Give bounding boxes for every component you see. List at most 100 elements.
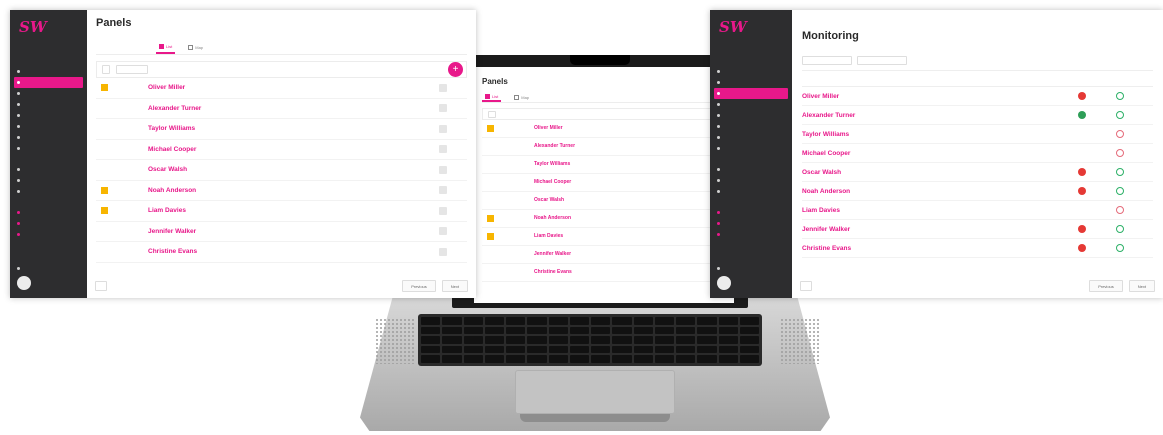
table-row[interactable]: Christine Evans	[802, 239, 1153, 258]
panel-name[interactable]: Oliver Miller	[534, 125, 726, 132]
row-action-button[interactable]	[439, 124, 447, 133]
sidebar-item[interactable]	[714, 164, 788, 175]
row-action-button[interactable]	[439, 186, 447, 195]
sidebar-item[interactable]	[714, 77, 788, 88]
sidebar-item[interactable]	[14, 164, 83, 175]
table-row[interactable]: Noah Anderson	[802, 182, 1153, 201]
sidebar-item[interactable]	[14, 207, 83, 218]
sidebar-item[interactable]	[14, 175, 83, 186]
sidebar-item[interactable]	[714, 186, 788, 197]
sidebar-item[interactable]	[14, 99, 83, 110]
panel-name[interactable]: Alexander Turner	[802, 112, 993, 119]
panel-name[interactable]: Michael Cooper	[534, 179, 726, 186]
table-row[interactable]: Michael Cooper	[96, 140, 467, 160]
row-action-button[interactable]	[439, 83, 447, 92]
table-row[interactable]: Jennifer Walker	[482, 246, 726, 264]
row-action-button[interactable]	[439, 206, 447, 215]
laptop-search-input[interactable]	[502, 110, 720, 119]
table-row[interactable]: Michael Cooper	[802, 144, 1153, 163]
sidebar-item[interactable]	[714, 229, 788, 240]
page-size-select[interactable]	[800, 281, 812, 291]
table-row[interactable]: Christine Evans	[96, 242, 467, 263]
sidebar-item[interactable]	[14, 263, 83, 274]
table-row[interactable]: Alexander Turner	[802, 106, 1153, 125]
laptop-tab-list[interactable]: List	[482, 92, 502, 102]
sidebar-item[interactable]	[14, 143, 83, 154]
search-input[interactable]	[912, 56, 1153, 65]
row-action-button[interactable]	[439, 227, 447, 236]
page-size-select[interactable]	[95, 281, 107, 291]
sidebar-item[interactable]	[714, 132, 788, 143]
sidebar-item[interactable]	[714, 110, 788, 121]
panel-name[interactable]: Jennifer Walker	[148, 228, 399, 235]
panel-name[interactable]: Noah Anderson	[802, 188, 993, 195]
select-all-checkbox[interactable]	[102, 65, 110, 74]
table-row[interactable]: Noah Anderson	[482, 210, 726, 228]
previous-button[interactable]: Previous	[1089, 280, 1123, 292]
table-row[interactable]: Oliver Miller	[96, 78, 467, 99]
panel-name[interactable]: Taylor Williams	[148, 125, 399, 132]
previous-button[interactable]: Previous	[402, 280, 436, 292]
sidebar-item[interactable]	[14, 88, 83, 99]
panel-name[interactable]: Oscar Walsh	[534, 197, 726, 204]
row-action-button[interactable]	[439, 165, 447, 174]
sidebar-item[interactable]	[714, 99, 788, 110]
sidebar-item-panels[interactable]	[14, 77, 83, 88]
table-row[interactable]: Oscar Walsh	[96, 160, 467, 181]
row-action-button[interactable]	[439, 145, 447, 154]
table-row[interactable]: Noah Anderson	[96, 181, 467, 201]
table-row[interactable]: Jennifer Walker	[96, 222, 467, 242]
sidebar-item[interactable]	[14, 110, 83, 121]
table-row[interactable]: Michael Cooper	[482, 174, 726, 192]
table-row[interactable]: Alexander Turner	[96, 99, 467, 119]
panel-name[interactable]: Michael Cooper	[148, 146, 399, 153]
table-row[interactable]: Taylor Williams	[482, 156, 726, 174]
table-row[interactable]: Liam Davies	[802, 201, 1153, 220]
table-row[interactable]: Oscar Walsh	[482, 192, 726, 210]
sidebar-item[interactable]	[14, 121, 83, 132]
search-input[interactable]	[154, 65, 461, 74]
filter-select[interactable]	[857, 56, 907, 65]
table-row[interactable]: Liam Davies	[482, 228, 726, 246]
table-row[interactable]: Taylor Williams	[96, 119, 467, 140]
panel-name[interactable]: Jennifer Walker	[802, 226, 993, 233]
table-row[interactable]: Taylor Williams	[802, 125, 1153, 144]
panel-name[interactable]: Liam Davies	[148, 207, 399, 214]
sidebar-item[interactable]	[714, 66, 788, 77]
sidebar-item[interactable]	[714, 175, 788, 186]
panel-name[interactable]: Christine Evans	[802, 245, 993, 252]
panel-name[interactable]: Alexander Turner	[148, 105, 399, 112]
sidebar-item[interactable]	[714, 121, 788, 132]
sidebar-item[interactable]	[14, 66, 83, 77]
table-row[interactable]: Alexander Turner	[482, 138, 726, 156]
panel-name[interactable]: Liam Davies	[534, 233, 726, 240]
tab-map[interactable]: Map	[185, 41, 206, 54]
filter-select[interactable]	[116, 65, 148, 74]
user-profile[interactable]	[714, 274, 788, 292]
table-row[interactable]: Oliver Miller	[482, 120, 726, 138]
laptop-tab-map[interactable]: Map	[511, 92, 532, 102]
panel-name[interactable]: Michael Cooper	[802, 150, 993, 157]
panel-name[interactable]: Alexander Turner	[534, 143, 726, 150]
sidebar-item[interactable]	[14, 132, 83, 143]
panel-name[interactable]: Oscar Walsh	[148, 166, 399, 173]
sidebar-item[interactable]	[714, 263, 788, 274]
row-action-button[interactable]	[439, 104, 447, 113]
sidebar-item-monitoring[interactable]	[714, 88, 788, 99]
sidebar-item[interactable]	[14, 186, 83, 197]
panel-name[interactable]: Christine Evans	[148, 248, 399, 255]
sidebar-item[interactable]	[714, 218, 788, 229]
panel-name[interactable]: Taylor Williams	[534, 161, 726, 168]
panel-name[interactable]: Noah Anderson	[148, 187, 399, 194]
panel-name[interactable]: Oliver Miller	[148, 84, 399, 91]
panel-name[interactable]: Christine Evans	[534, 269, 726, 276]
filter-select[interactable]	[802, 56, 852, 65]
sidebar-item[interactable]	[14, 229, 83, 240]
next-button[interactable]: Next	[1128, 280, 1155, 292]
sidebar-item[interactable]	[714, 143, 788, 154]
sidebar-item[interactable]	[714, 207, 788, 218]
row-action-button[interactable]	[439, 247, 447, 256]
add-panel-button[interactable]: +	[448, 62, 463, 77]
laptop-filter-select[interactable]	[488, 110, 496, 118]
sidebar-item[interactable]	[14, 218, 83, 229]
